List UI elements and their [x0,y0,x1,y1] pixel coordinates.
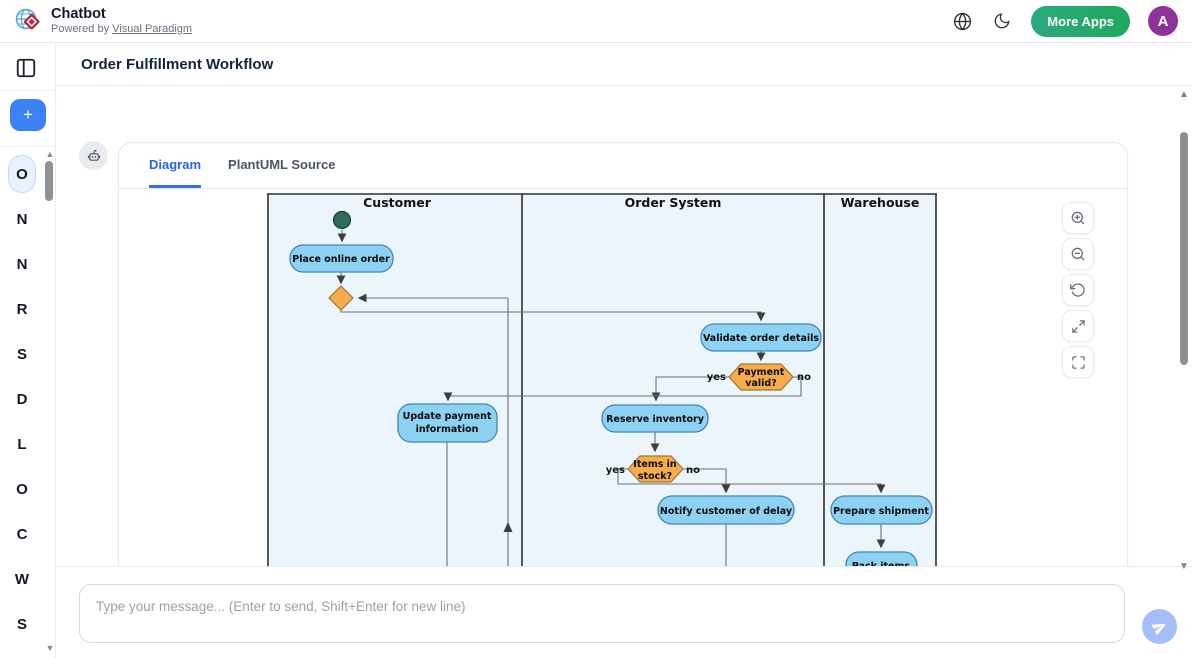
zoom-out-icon [1070,246,1086,262]
chat-scrollbar: ▲ ▼ [1177,90,1191,572]
sidebar-divider [0,146,56,147]
left-sidebar: + O N N R S D L O C W S ▲ ▼ [0,43,56,658]
chat-scrollbar-thumb[interactable] [1180,132,1188,365]
lane-label-customer: Customer [363,195,432,210]
sidebar-divider [0,90,56,91]
scroll-up-arrow[interactable]: ▲ [1177,90,1191,100]
sidebar-scroll-up-arrow[interactable]: ▲ [44,149,56,159]
expand-button[interactable] [1062,310,1094,342]
sidebar-scrollbar-thumb[interactable] [45,161,53,201]
more-apps-button[interactable]: More Apps [1031,6,1130,37]
diagram-zoom-controls [1062,202,1094,378]
action-label: information [416,424,479,435]
conversation-item[interactable]: N [0,241,44,286]
conversation-item[interactable]: R [0,286,44,331]
robot-icon [85,147,103,165]
lane-label-warehouse: Warehouse [841,195,920,210]
brand-block: Chatbot Powered by Visual Paradigm [51,6,192,36]
zoom-out-button[interactable] [1062,238,1094,270]
conversation-item-label: N [8,200,36,238]
action-label: Reserve inventory [606,414,705,425]
conversation-item-label: S [8,605,36,643]
order-fulfillment-activity-diagram: Customer Order System Warehouse [119,189,1127,566]
conversation-item[interactable]: N [0,196,44,241]
conversation-item[interactable]: O [0,151,44,196]
rotate-ccw-icon [1070,282,1086,298]
powered-by-text: Powered by [51,23,112,35]
conversation-item-label: L [8,425,36,463]
conversation-item-label: C [8,515,36,553]
dark-mode-button[interactable] [991,10,1013,32]
action-label: Validate order details [703,333,819,344]
chatbot-app: Chatbot Powered by Visual Paradigm More … [0,0,1192,658]
scroll-down-arrow[interactable]: ▼ [1177,562,1191,572]
conversation-item[interactable]: W [0,556,44,601]
conversation-item[interactable]: O [0,466,44,511]
conversation-item-label: D [8,380,36,418]
message-input-bar [56,566,1192,658]
conversation-title-bar: Order Fulfillment Workflow [56,43,1192,86]
visual-paradigm-logo-icon [14,7,42,35]
decision-label: Items in [633,459,677,470]
decision-label: valid? [745,378,776,389]
fullscreen-button[interactable] [1062,346,1094,378]
action-update-payment-information [398,404,497,442]
conversation-item-label: O [8,470,36,508]
action-label: Place online order [292,254,390,265]
conversation-item[interactable]: S [0,331,44,376]
conversation-item-label: S [8,335,36,373]
activity-diagram-canvas[interactable]: Customer Order System Warehouse [119,189,1127,566]
user-avatar[interactable]: A [1148,6,1178,36]
conversation-list: O N N R S D L O C W S [0,151,44,646]
action-label: Update payment [403,411,492,422]
new-chat-button[interactable]: + [10,99,46,131]
globe-icon [953,12,972,31]
sidebar-scroll-down-arrow[interactable]: ▼ [44,643,56,653]
sidebar-toggle-icon[interactable] [15,57,37,79]
action-label: Notify customer of delay [660,506,793,517]
bot-avatar [79,141,108,170]
moon-icon [993,12,1011,30]
bot-message-card: Diagram PlantUML Source [118,142,1128,566]
visual-paradigm-link[interactable]: Visual Paradigm [112,23,192,35]
edge-label-no: no [686,465,700,476]
powered-by: Powered by Visual Paradigm [51,23,192,36]
reset-view-button[interactable] [1062,274,1094,306]
header-actions: More Apps A [951,6,1178,37]
edge-label-yes: yes [707,372,726,383]
conversation-item-label: R [8,290,36,328]
action-label: Prepare shipment [833,506,929,517]
tab-plantuml-source[interactable]: PlantUML Source [228,143,335,188]
edge-label-no: no [797,372,811,383]
start-node [334,212,351,229]
conversation-item-label: N [8,245,36,283]
send-paper-plane-icon [1149,616,1171,638]
edge-label-yes: yes [606,465,625,476]
decision-label: stock? [638,471,672,482]
message-input[interactable] [79,584,1125,643]
app-title: Chatbot [51,6,192,23]
zoom-in-icon [1070,210,1086,226]
send-button[interactable] [1142,609,1177,644]
conversation-item[interactable]: L [0,421,44,466]
conversation-item-label: O [8,155,36,193]
conversation-item-label: W [8,560,36,598]
zoom-in-button[interactable] [1062,202,1094,234]
conversation-item[interactable]: S [0,601,44,646]
conversation-item[interactable]: C [0,511,44,556]
language-globe-button[interactable] [951,10,973,32]
fullscreen-corners-icon [1071,355,1086,370]
chat-message-area: Diagram PlantUML Source [56,86,1192,566]
decision-label: Payment [738,367,785,378]
page-title: Order Fulfillment Workflow [81,56,273,73]
card-tabs: Diagram PlantUML Source [119,143,1127,189]
tab-diagram[interactable]: Diagram [149,143,201,188]
top-header: Chatbot Powered by Visual Paradigm More … [0,0,1192,43]
conversation-item[interactable]: D [0,376,44,421]
lane-label-order-system: Order System [625,195,722,210]
expand-arrows-icon [1071,319,1086,334]
